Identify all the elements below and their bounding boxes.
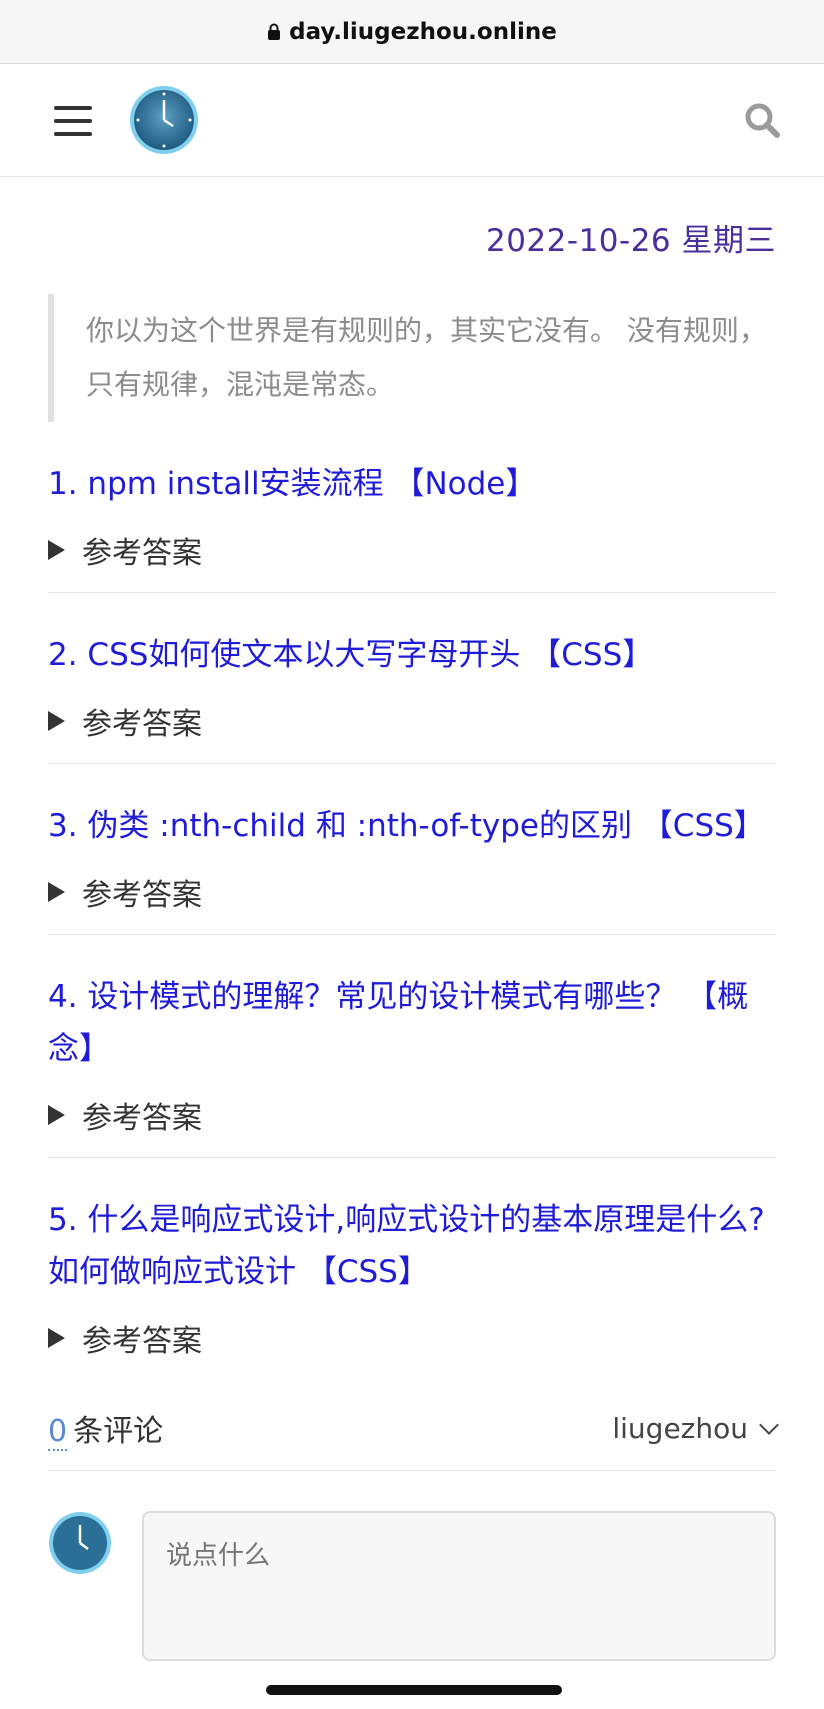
avatar [49,1512,111,1574]
triangle-right-icon [48,1328,65,1348]
question-title[interactable]: 1. npm install安装流程 【Node】 [48,422,776,510]
question-item: 2. CSS如何使文本以大写字母开头 【CSS】 参考答案 [48,593,776,764]
comments-header: 0 条评论 liugezhou [48,1406,779,1471]
lock-icon [268,23,281,40]
answer-toggle[interactable]: 参考答案 [48,1316,776,1360]
answer-label: 参考答案 [82,1101,202,1136]
answer-label: 参考答案 [82,707,202,742]
triangle-right-icon [48,882,65,902]
site-header [0,64,824,177]
answer-toggle[interactable]: 参考答案 [48,699,776,743]
clock-logo-icon[interactable] [128,84,200,156]
answer-label: 参考答案 [82,878,202,913]
comment-count: 0 条评论 [48,1406,164,1451]
answer-toggle[interactable]: 参考答案 [48,870,776,914]
answer-toggle[interactable]: 参考答案 [48,528,776,572]
chevron-down-icon [759,1415,779,1435]
search-icon[interactable] [742,100,782,140]
triangle-right-icon [48,540,65,560]
question-title[interactable]: 2. CSS如何使文本以大写字母开头 【CSS】 [48,593,776,681]
user-name: liugezhou [612,1411,748,1445]
question-item: 5. 什么是响应式设计,响应式设计的基本原理是什么?如何做响应式设计 【CSS】… [48,1158,776,1360]
main-content: 2022-10-26 星期三 你以为这个世界是有规则的，其实它没有。 没有规则，… [0,215,824,1661]
question-item: 1. npm install安装流程 【Node】 参考答案 [48,422,776,593]
page-date: 2022-10-26 星期三 [485,223,776,259]
daily-quote: 你以为这个世界是有规则的，其实它没有。 没有规则，只有规律，混沌是常态。 [48,294,776,422]
answer-label: 参考答案 [82,1324,202,1359]
question-title[interactable]: 5. 什么是响应式设计,响应式设计的基本原理是什么?如何做响应式设计 【CSS】 [48,1158,776,1298]
question-title[interactable]: 4. 设计模式的理解？常见的设计模式有哪些？ 【概念】 [48,935,776,1075]
browser-url-bar[interactable]: day.liugezhou.online [0,0,824,64]
hamburger-icon[interactable] [54,106,92,136]
comment-count-label: 条评论 [73,1414,164,1449]
question-item: 3. 伪类 :nth-child 和 :nth-of-type的区别 【CSS】… [48,764,776,935]
comment-textarea[interactable] [142,1511,776,1661]
question-item: 4. 设计模式的理解？常见的设计模式有哪些？ 【概念】 参考答案 [48,935,776,1158]
triangle-right-icon [48,1105,65,1125]
home-indicator [266,1685,562,1695]
comment-count-number[interactable]: 0 [48,1414,68,1451]
user-dropdown[interactable]: liugezhou [612,1411,779,1445]
comment-form [48,1511,776,1661]
triangle-right-icon [48,711,65,731]
answer-toggle[interactable]: 参考答案 [48,1093,776,1137]
answer-label: 参考答案 [82,536,202,571]
question-title[interactable]: 3. 伪类 :nth-child 和 :nth-of-type的区别 【CSS】 [48,764,776,852]
url-text: day.liugezhou.online [289,18,557,45]
